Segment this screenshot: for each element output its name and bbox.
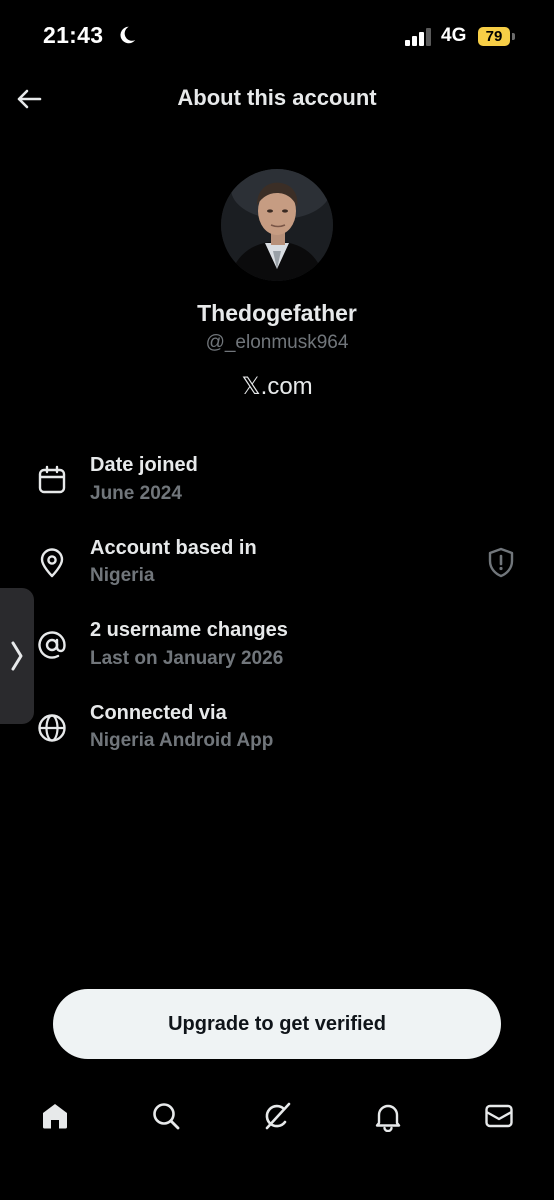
connected-via-label: Connected via (90, 702, 227, 724)
signal-icon (405, 28, 431, 46)
site-domain: 𝕏.com (241, 373, 313, 400)
account-based-in-label: Account based in (90, 537, 257, 559)
username-changes-label: 2 username changes (90, 619, 288, 641)
notifications-icon[interactable] (372, 1100, 404, 1132)
location-pin-icon (40, 548, 64, 578)
username-changes-value: Last on January 2026 (90, 648, 284, 669)
search-icon[interactable] (150, 1100, 182, 1132)
avatar[interactable] (221, 169, 333, 281)
chevron-right-icon (11, 641, 23, 671)
grok-icon[interactable] (261, 1100, 293, 1132)
messages-icon[interactable] (483, 1100, 515, 1132)
moon-icon (120, 26, 136, 44)
battery-level: 79 (478, 27, 510, 46)
status-time: 21:43 (43, 22, 104, 48)
at-sign-icon (38, 631, 66, 659)
date-joined-label: Date joined (90, 454, 198, 476)
globe-icon (38, 714, 66, 742)
side-panel-handle[interactable] (0, 588, 34, 724)
shield-alert-icon[interactable] (486, 546, 516, 578)
display-name: Thedogefather (197, 300, 357, 326)
page-title: About this account (177, 85, 377, 110)
handle: @_elonmusk964 (205, 332, 349, 353)
calendar-icon (38, 465, 66, 494)
home-icon[interactable] (39, 1100, 71, 1132)
network-type: 4G (441, 25, 467, 46)
date-joined-value: June 2024 (90, 483, 182, 504)
avatar-photo (221, 169, 333, 281)
upgrade-button[interactable]: Upgrade to get verified (53, 989, 501, 1059)
connected-via-value: Nigeria Android App (90, 730, 274, 751)
account-based-in-value: Nigeria (90, 565, 155, 586)
battery-tip (512, 33, 515, 40)
